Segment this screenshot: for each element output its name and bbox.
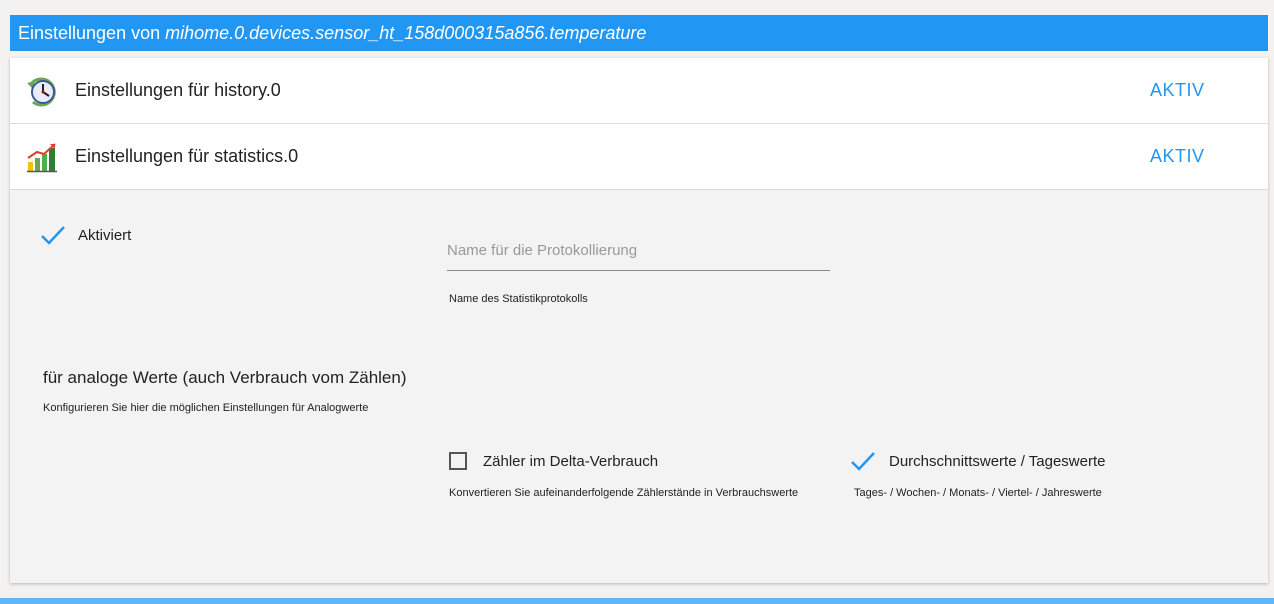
adapter-status-history: AKTIV xyxy=(1150,80,1205,100)
checkmark-icon xyxy=(851,452,875,471)
adapter-label-statistics: Einstellungen für statistics.0 xyxy=(75,146,299,166)
log-name-field[interactable] xyxy=(447,230,830,271)
enabled-checkbox[interactable] xyxy=(40,225,66,252)
dialog-title-object-id: mihome.0.devices.sensor_ht_158d000315a85… xyxy=(165,22,647,43)
average-values-helper: Tages- / Wochen- / Monats- / Viertel- / … xyxy=(854,487,1102,499)
statistics-settings: Aktiviert Name des Statistikprotokolls f… xyxy=(10,190,1268,583)
average-values-label: Durchschnittswerte / Tageswerte xyxy=(889,453,1106,470)
analog-section-title: für analoge Werte (auch Verbrauch vom Zä… xyxy=(43,368,407,387)
dialog-title-bar: Einstellungen von mihome.0.devices.senso… xyxy=(10,15,1268,51)
counter-delta-helper: Konvertieren Sie aufeinanderfolgende Zäh… xyxy=(449,487,799,499)
adapter-label-history: Einstellungen für history.0 xyxy=(75,80,281,100)
counter-delta-checkbox[interactable] xyxy=(449,452,467,470)
counter-delta-label: Zähler im Delta-Verbrauch xyxy=(483,453,659,470)
statistics-chart-icon xyxy=(25,140,59,174)
log-name-input[interactable] xyxy=(447,230,830,270)
log-name-helper: Name des Statistikprotokolls xyxy=(449,293,588,305)
bottom-bar xyxy=(0,598,1274,604)
history-clock-icon xyxy=(25,74,59,108)
checkmark-icon xyxy=(41,226,65,245)
adapter-row-statistics[interactable]: Einstellungen für statistics.0 AKTIV xyxy=(10,124,1268,190)
adapter-row-history[interactable]: Einstellungen für history.0 AKTIV xyxy=(10,58,1268,124)
adapter-status-statistics: AKTIV xyxy=(1150,146,1205,166)
enabled-label: Aktiviert xyxy=(78,227,132,244)
dialog-title-prefix: Einstellungen von xyxy=(18,22,161,43)
average-values-checkbox[interactable] xyxy=(850,451,876,478)
analog-section-description: Konfigurieren Sie hier die möglichen Ein… xyxy=(43,402,369,414)
settings-panel: Einstellungen für history.0 AKTIV Einste… xyxy=(10,58,1268,583)
